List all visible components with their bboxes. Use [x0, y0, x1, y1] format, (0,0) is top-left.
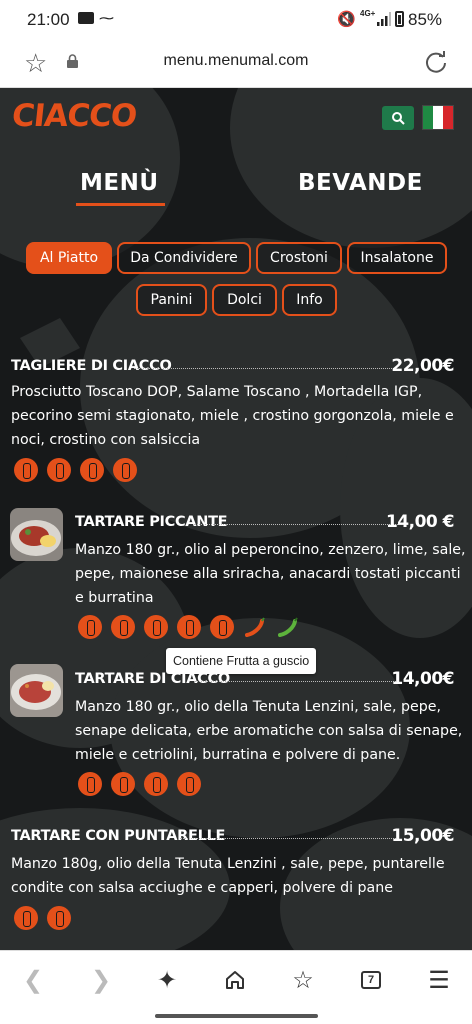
italian-flag-language-button[interactable] — [422, 105, 454, 130]
allergen-icons — [78, 615, 300, 639]
sulfites-icon[interactable] — [144, 772, 168, 796]
mute-icon: 🔇 — [337, 11, 356, 28]
item-price: 15,00€ — [391, 826, 454, 846]
sulfites-icon[interactable] — [144, 615, 168, 639]
status-bar: 21:00 ⁓ 🔇 4G+ 85% — [0, 0, 472, 40]
item-description: Manzo 180 gr., olio al peperoncino, zenz… — [75, 542, 466, 606]
allergen-icons — [14, 906, 71, 930]
gluten-icon[interactable] — [14, 458, 38, 482]
item-title: TARTARE PICCANTE — [75, 514, 228, 530]
gesture-bar — [155, 1014, 318, 1018]
nuts-icon[interactable] — [177, 615, 201, 639]
mustard-icon[interactable] — [177, 772, 201, 796]
item-description: Manzo 180g, olio della Tenuta Lenzini , … — [11, 856, 445, 896]
chili-pepper-icon[interactable] — [243, 615, 267, 639]
signal-icon — [377, 12, 391, 26]
category-panini[interactable]: Panini — [136, 284, 207, 316]
reload-icon[interactable] — [424, 49, 448, 73]
battery-icon — [395, 11, 404, 27]
home-icon[interactable] — [220, 965, 250, 995]
mustard-icon[interactable] — [113, 458, 137, 482]
category-dolci[interactable]: Dolci — [212, 284, 277, 316]
tab-bevande[interactable]: BEVANDE — [298, 170, 423, 196]
item-title: TARTARE CON PUNTARELLE — [11, 828, 226, 844]
item-price: 22,00€ — [391, 356, 454, 376]
allergen-icons — [14, 458, 137, 482]
search-icon — [392, 112, 405, 125]
menu-icon[interactable]: ☰ — [424, 965, 454, 995]
browser-address-bar: ☆ menu.menumal.com — [0, 40, 472, 88]
dotted-leader — [180, 838, 398, 839]
item-description: Prosciutto Toscano DOP, Salame Toscano ,… — [11, 384, 454, 448]
egg-icon[interactable] — [78, 615, 102, 639]
item-description: Manzo 180 gr., olio della Tenuta Lenzini… — [75, 699, 463, 763]
menu-page: CIACCO MENÙ BEVANDE Al Piatto Da Condivi… — [0, 88, 472, 950]
dotted-leader — [194, 681, 398, 682]
egg-icon[interactable] — [111, 772, 135, 796]
url-field[interactable]: menu.menumal.com — [0, 52, 472, 70]
item-title: TARTARE DI CIACCO — [75, 671, 230, 687]
soy-icon[interactable] — [210, 615, 234, 639]
dish-photo[interactable] — [10, 508, 63, 561]
site-logo[interactable]: CIACCO — [10, 98, 138, 134]
back-icon[interactable]: ❮ — [18, 965, 48, 995]
gluten-icon[interactable] — [78, 772, 102, 796]
dotted-leader — [134, 368, 394, 369]
tabs-button[interactable]: 7 — [356, 965, 386, 995]
browser-bottom-nav: ❮ ❯ ✦ ☆ 7 ☰ — [0, 950, 472, 1024]
mail-icon — [78, 12, 94, 24]
dish-photo[interactable] — [10, 664, 63, 717]
category-al-piatto[interactable]: Al Piatto — [26, 242, 112, 274]
category-insalatone[interactable]: Insalatone — [347, 242, 447, 274]
item-price: 14,00 € — [385, 512, 455, 532]
allergen-icons — [78, 772, 201, 796]
milk-icon[interactable] — [111, 615, 135, 639]
fish-icon[interactable] — [47, 906, 71, 930]
item-price: 14,00€ — [391, 669, 454, 689]
battery-level: 85% — [408, 10, 443, 29]
tabs-count: 7 — [361, 971, 381, 989]
category-crostoni[interactable]: Crostoni — [256, 242, 342, 274]
network-type: 4G+ — [360, 9, 376, 18]
dotted-leader — [194, 524, 398, 525]
category-da-condividere[interactable]: Da Condividere — [117, 242, 251, 274]
sulfites-icon[interactable] — [80, 458, 104, 482]
status-time: 21:00 — [27, 10, 70, 29]
green-pepper-icon[interactable] — [276, 615, 300, 639]
milk-icon[interactable] — [47, 458, 71, 482]
tab-menu[interactable]: MENÙ — [76, 170, 165, 206]
bookmarks-icon[interactable]: ☆ — [288, 965, 318, 995]
search-button[interactable] — [382, 106, 414, 130]
gluten-icon[interactable] — [14, 906, 38, 930]
category-info[interactable]: Info — [282, 284, 337, 316]
notification-icon: ⁓ — [99, 10, 114, 27]
item-title: TAGLIERE DI CIACCO — [11, 358, 172, 374]
forward-icon[interactable]: ❯ — [86, 965, 116, 995]
sparkle-icon[interactable]: ✦ — [152, 965, 182, 995]
